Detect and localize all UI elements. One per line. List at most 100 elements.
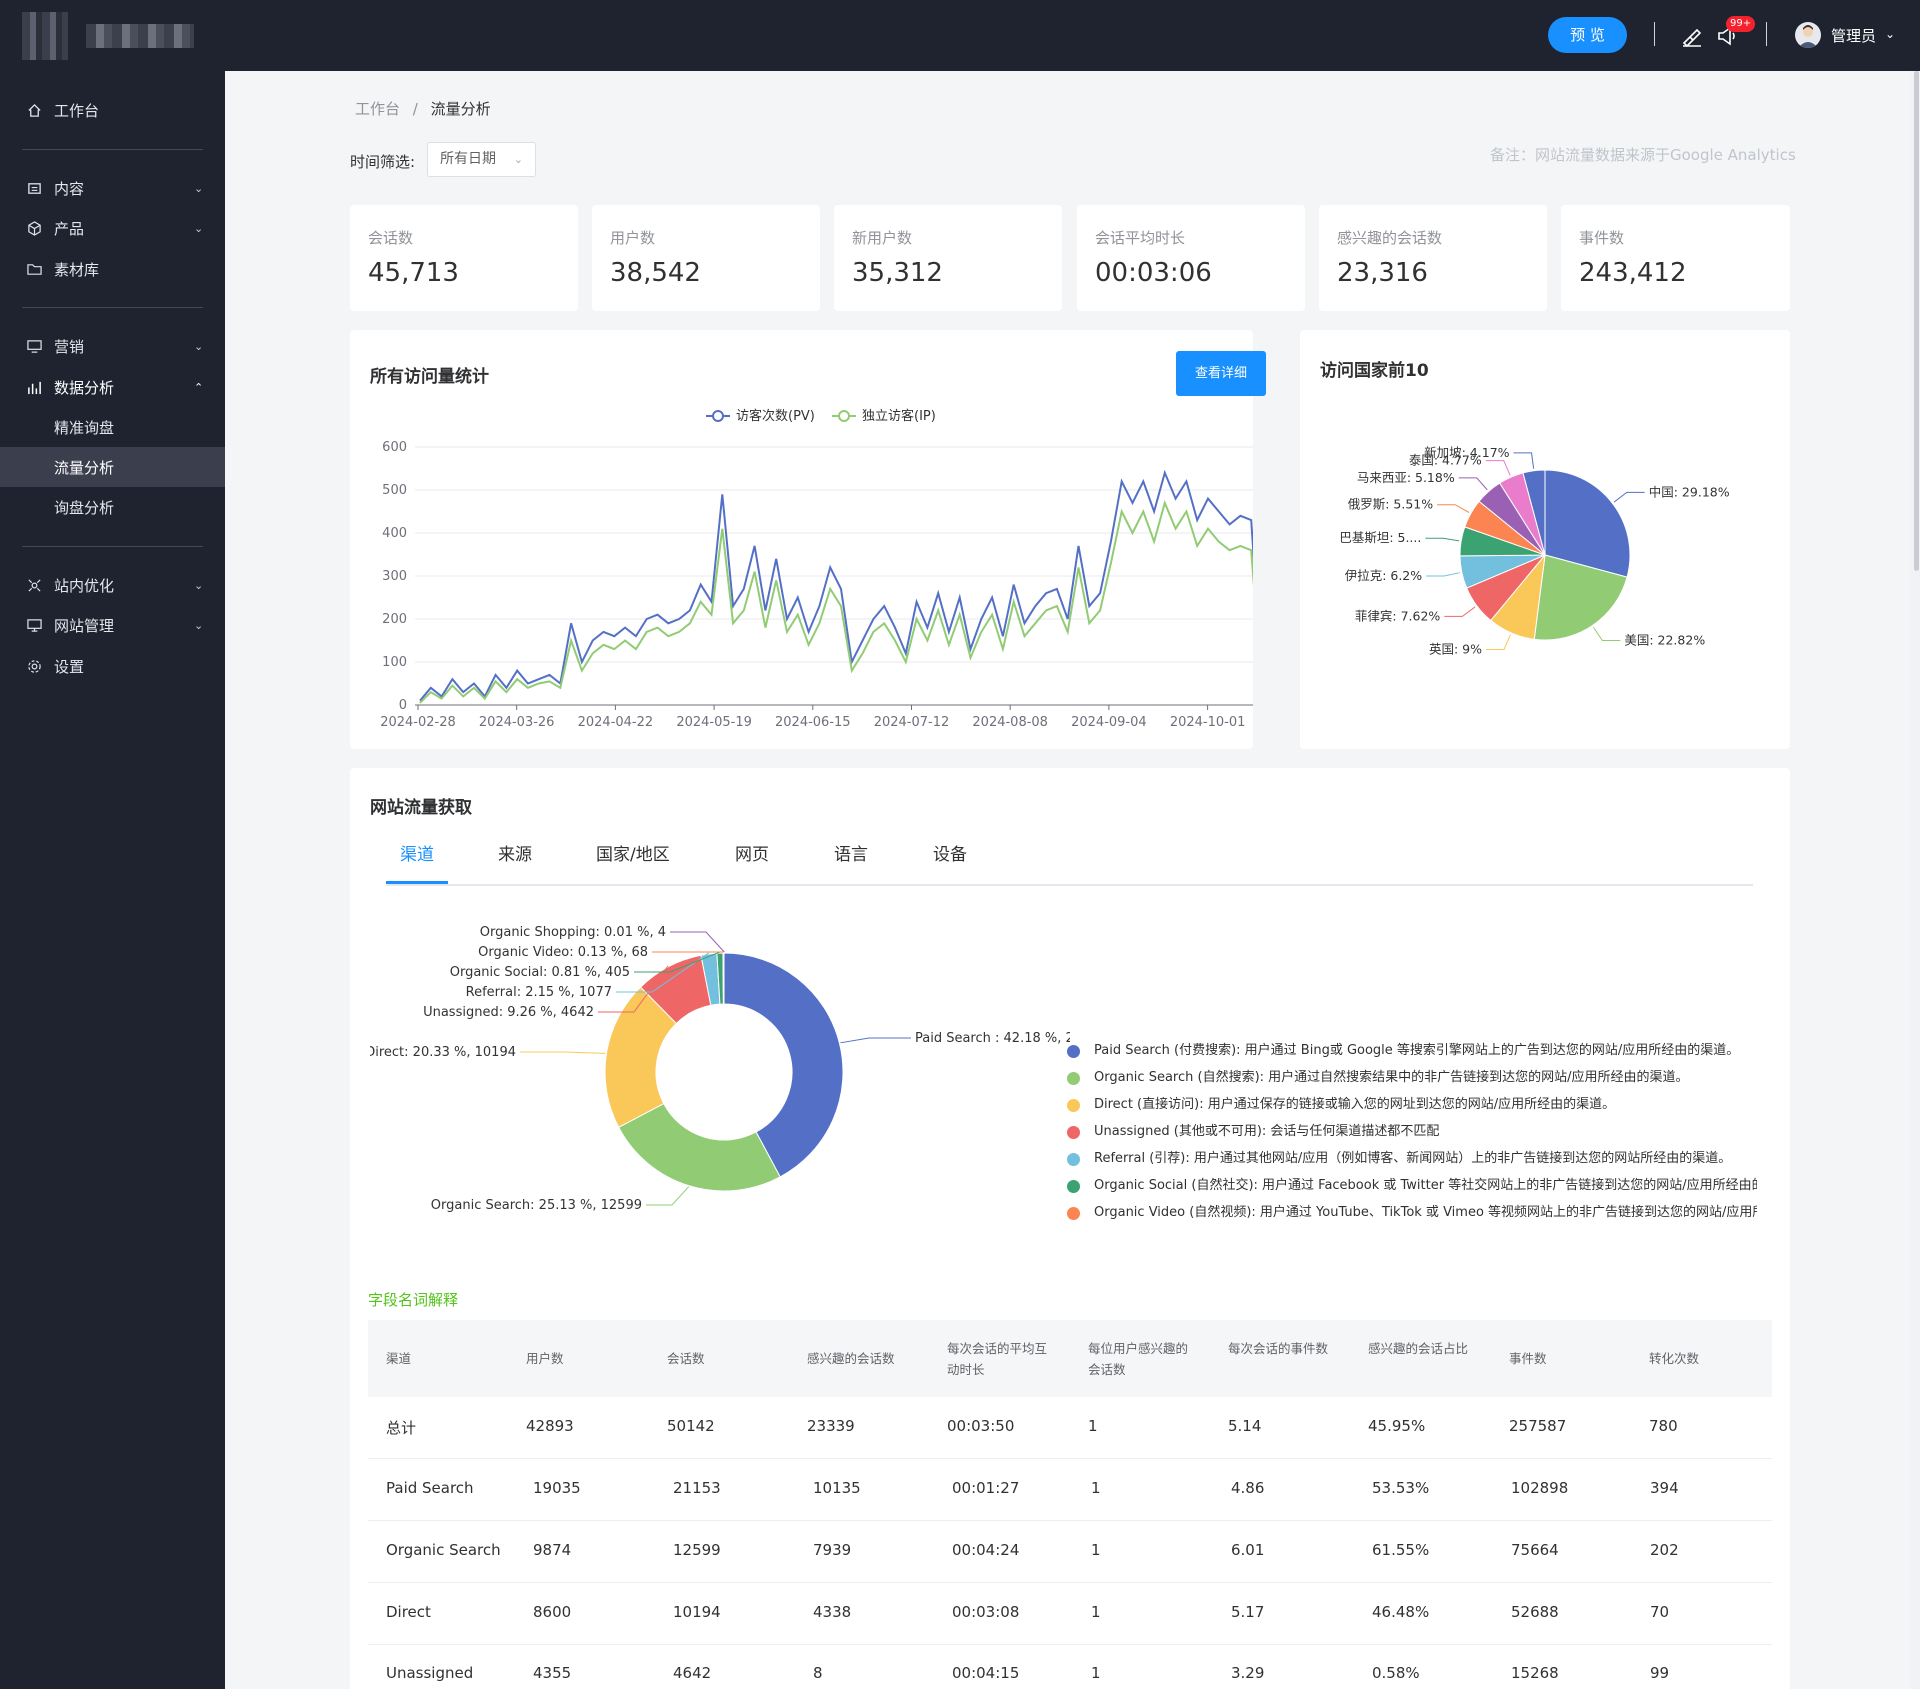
donut-label: Referral: 2.15 %, 1077 — [466, 985, 612, 1000]
donut-label: Direct: 20.33 %, 10194 — [370, 1045, 516, 1060]
donut-label: Paid Search : 42.18 %, 2... — [915, 1031, 1070, 1046]
legend-item[interactable]: Organic Video (自然视频): 用户通过 YouTube、TikTo… — [1067, 1203, 1757, 1223]
brush-icon[interactable] — [1680, 24, 1704, 48]
table-cell: 4642 — [673, 1664, 712, 1682]
legend-item[interactable]: Direct (直接访问): 用户通过保存的链接或输入您的网址到达您的网站/应用… — [1067, 1095, 1757, 1115]
tab-source[interactable]: 来源 — [498, 838, 532, 884]
table-cell: Organic Search — [386, 1541, 501, 1559]
table-row[interactable]: Unassigned 4355 4642 8 00:04:15 1 3.29 0… — [368, 1645, 1772, 1689]
table-cell: 12599 — [673, 1541, 721, 1559]
chevron-down-icon: ⌄ — [194, 578, 204, 592]
legend-text: Organic Social (自然社交): 用户通过 Facebook 或 T… — [1094, 1178, 1757, 1193]
preview-button[interactable]: 预 览 — [1548, 17, 1627, 53]
sidebar-item-seo[interactable]: 站内优化 ⌄ — [0, 565, 225, 605]
divider — [22, 546, 203, 547]
chevron-down-icon: ⌄ — [194, 339, 204, 353]
sidebar-item-library[interactable]: 素材库 — [0, 249, 225, 289]
content-icon — [26, 180, 42, 196]
pie-label: 美国: 22.82% — [1624, 633, 1705, 648]
sidebar-item-label: 精准询盘 — [54, 418, 115, 437]
countries-card-title: 访问国家前10 — [1320, 361, 1429, 381]
legend-text: Organic Video (自然视频): 用户通过 YouTube、TikTo… — [1094, 1205, 1757, 1220]
donut-label: Organic Shopping: 0.01 %, 4 — [480, 925, 666, 940]
table-row[interactable]: 总计 42893 50142 23339 00:03:50 1 5.14 45.… — [368, 1397, 1772, 1459]
pie-label-line — [1437, 504, 1470, 513]
avatar[interactable] — [1795, 22, 1821, 48]
table-cell: 总计 — [386, 1419, 417, 1437]
breadcrumb-home[interactable]: 工作台 — [355, 100, 400, 118]
table-row[interactable]: Organic Search 9874 12599 7939 00:04:24 … — [368, 1521, 1772, 1583]
table-cell: Direct — [386, 1603, 431, 1621]
tab-country[interactable]: 国家/地区 — [596, 838, 670, 884]
tab-channel[interactable]: 渠道 — [386, 838, 448, 884]
table-cell: 1 — [1088, 1417, 1098, 1435]
logo[interactable] — [22, 12, 68, 60]
date-filter-select[interactable]: 所有日期 ⌄ — [427, 142, 536, 177]
legend-item[interactable]: Organic Search (自然搜索): 用户通过自然搜索结果中的非广告链接… — [1067, 1068, 1757, 1088]
pie-label-line — [1593, 626, 1621, 642]
table-row[interactable]: Paid Search 19035 21153 10135 00:01:27 1… — [368, 1459, 1772, 1521]
home-icon — [26, 102, 42, 118]
sidebar-item-label: 设置 — [54, 657, 85, 676]
date-filter-value: 所有日期 — [440, 151, 496, 167]
sidebar-item-marketing[interactable]: 营销 ⌄ — [0, 326, 225, 366]
sidebar-item-label: 网站管理 — [54, 616, 115, 635]
pie-label-line — [1425, 537, 1460, 542]
sidebar-item-inquiry-analysis[interactable]: 询盘分析 — [0, 487, 225, 527]
sidebar-item-traffic-analysis[interactable]: 流量分析 — [0, 447, 225, 487]
table-cell: 0.58% — [1372, 1664, 1420, 1682]
pie-label: 巴基斯坦: 5.... — [1339, 530, 1421, 545]
table-cell: 8600 — [533, 1603, 572, 1621]
chevron-down-icon[interactable]: ⌄ — [1885, 27, 1895, 41]
user-name[interactable]: 管理员 — [1831, 25, 1876, 46]
view-detail-button[interactable]: 查看详细 — [1176, 351, 1266, 396]
table-cell: 202 — [1650, 1541, 1679, 1559]
tab-page[interactable]: 网页 — [735, 838, 769, 884]
sidebar-item-workbench[interactable]: 工作台 — [0, 90, 225, 130]
legend-item[interactable]: Organic Social (自然社交): 用户通过 Facebook 或 T… — [1067, 1176, 1757, 1196]
product-icon — [26, 220, 42, 236]
table-cell: 5.17 — [1231, 1603, 1265, 1621]
table-cell: 4.86 — [1231, 1479, 1265, 1497]
table-cell: 00:01:27 — [952, 1479, 1020, 1497]
legend-dot — [1067, 1207, 1080, 1220]
sidebar-item-content[interactable]: 内容 ⌄ — [0, 168, 225, 208]
traffic-card-title: 网站流量获取 — [370, 798, 472, 818]
legend-item[interactable]: Paid Search (付费搜索): 用户通过 Bing或 Google 等搜… — [1067, 1041, 1757, 1061]
table-cell: 70 — [1650, 1603, 1670, 1621]
table-cell: Paid Search — [386, 1479, 474, 1497]
legend-text: Organic Search (自然搜索): 用户通过自然搜索结果中的非广告链接… — [1094, 1070, 1689, 1085]
legend-item[interactable]: Unassigned (其他或不可用): 会话与任何渠道描述都不匹配 — [1067, 1122, 1757, 1142]
tab-device[interactable]: 设备 — [933, 838, 967, 884]
breadcrumb-separator: / — [412, 100, 418, 118]
chevron-down-icon: ⌄ — [194, 181, 204, 195]
sidebar-item-label: 工作台 — [54, 101, 100, 120]
stat-value: 23,316 — [1337, 258, 1428, 288]
legend-item[interactable]: Referral (引荐): 用户通过其他网站/应用（例如博客、新闻网站）上的非… — [1067, 1149, 1757, 1169]
legend-marker — [712, 410, 724, 422]
sidebar-item-analytics[interactable]: 数据分析 ⌃ — [0, 367, 225, 407]
chevron-down-icon: ⌄ — [194, 618, 204, 632]
sidebar-item-label: 站内优化 — [54, 576, 115, 595]
y-tick-label: 0 — [399, 698, 407, 713]
stat-title: 感兴趣的会话数 — [1337, 229, 1443, 247]
stat-card: 用户数 38,542 — [592, 205, 820, 311]
visits-card-title: 所有访问量统计 — [370, 367, 489, 387]
website-icon — [26, 617, 42, 633]
sidebar-item-label: 流量分析 — [54, 458, 115, 477]
table-cell: 50142 — [667, 1417, 715, 1435]
stat-value: 45,713 — [368, 258, 459, 288]
y-tick-label: 200 — [382, 612, 407, 627]
sidebar-item-precise-inquiry[interactable]: 精准询盘 — [0, 407, 225, 447]
tab-language[interactable]: 语言 — [834, 838, 868, 884]
field-glossary-link[interactable]: 字段名词解释 — [368, 1289, 458, 1310]
scrollbar-thumb[interactable] — [1914, 71, 1919, 571]
sidebar-item-website[interactable]: 网站管理 ⌄ — [0, 605, 225, 645]
table-cell: 00:03:50 — [947, 1417, 1015, 1435]
column-header: 感兴趣的会话占比 — [1368, 1341, 1469, 1356]
table-cell: 21153 — [673, 1479, 721, 1497]
sidebar-item-settings[interactable]: 设置 — [0, 646, 225, 686]
table-row[interactable]: Direct 8600 10194 4338 00:03:08 1 5.17 4… — [368, 1583, 1772, 1645]
sidebar-item-label: 内容 — [54, 179, 85, 198]
sidebar-item-product[interactable]: 产品 ⌄ — [0, 208, 225, 248]
